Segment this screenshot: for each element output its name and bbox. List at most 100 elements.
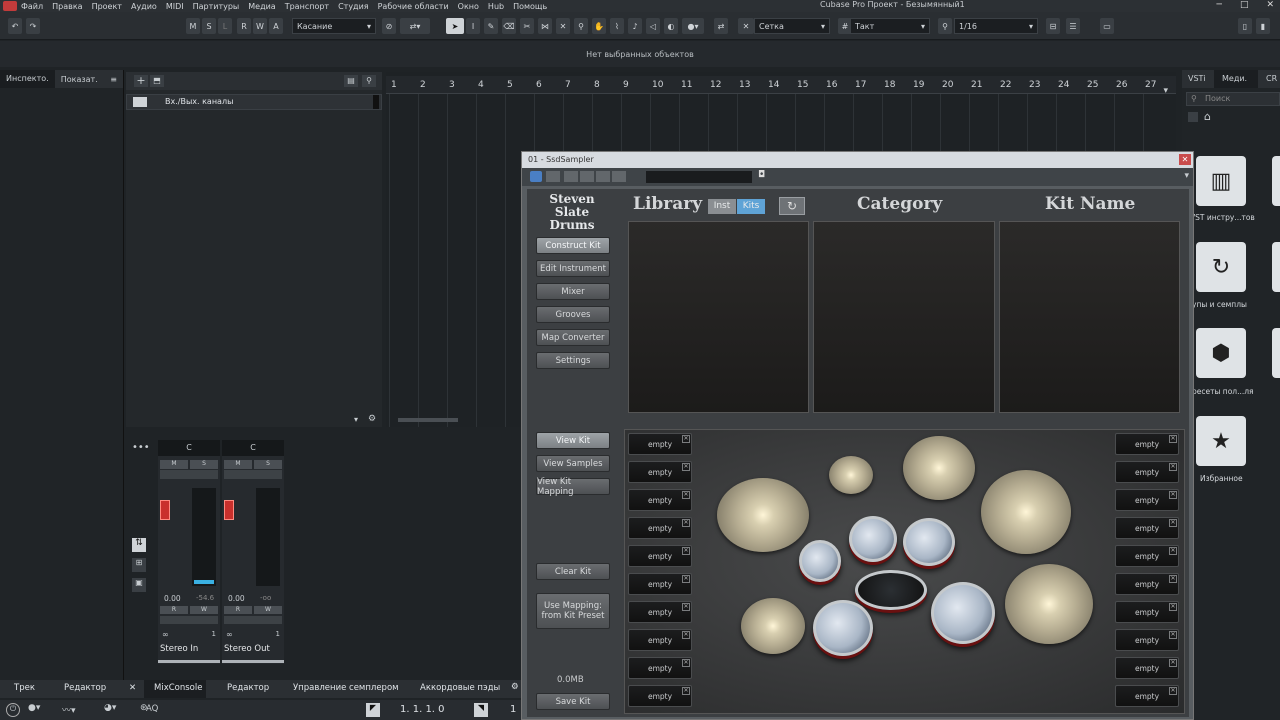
menu-audio[interactable]: Аудио (131, 2, 157, 11)
category-list[interactable] (813, 221, 995, 413)
kit-slot-left[interactable]: empty ✕ (628, 433, 692, 455)
solo-all-button[interactable]: S (202, 18, 216, 34)
read-button[interactable]: R (224, 606, 252, 614)
redo-icon[interactable]: ↷ (26, 18, 40, 34)
clear-kit-button[interactable]: Clear Kit (536, 563, 610, 580)
quantize-select[interactable]: 1/16 ▾ (954, 18, 1038, 34)
kit-slot-left[interactable]: empty ✕ (628, 685, 692, 707)
inserts-view-icon[interactable]: ⊞ (132, 558, 146, 572)
volume-fader-handle[interactable] (160, 500, 170, 520)
construct-kit-button[interactable]: Construct Kit (536, 237, 610, 254)
kit-slot-right[interactable]: empty ✕ (1115, 517, 1179, 539)
clear-slot-icon[interactable]: ✕ (682, 435, 690, 443)
home-icon[interactable]: ⌂ (1204, 110, 1211, 123)
write-icon[interactable] (564, 171, 578, 182)
tab-sampler-control[interactable]: Управление семплером (293, 683, 399, 693)
volume-fader-handle[interactable] (224, 500, 234, 520)
kit-view[interactable] (624, 429, 1185, 714)
kit-slot-right[interactable]: empty ✕ (1115, 601, 1179, 623)
menu-icon[interactable]: ≡ (104, 75, 123, 84)
range-tool-icon[interactable]: I (466, 18, 480, 34)
search-icon[interactable]: ⚲ (362, 75, 376, 87)
fader-view-icon[interactable]: ⇅ (132, 538, 146, 552)
kit-slot-right[interactable]: empty ✕ (1115, 629, 1179, 651)
menu-hub[interactable]: Hub (488, 2, 504, 11)
menu-edit[interactable]: Правка (52, 2, 82, 11)
quantize-panel-icon[interactable]: ☰ (1066, 18, 1080, 34)
timewarp-tool-icon[interactable]: ⌇ (610, 18, 624, 34)
kit-slot-left[interactable]: empty ✕ (628, 601, 692, 623)
auto-quantize-button[interactable]: AQ (146, 704, 158, 714)
second-column-tile-icon[interactable] (1272, 242, 1280, 292)
grid-type-select[interactable]: Такт ▾ (850, 18, 930, 34)
add-track-icon[interactable]: + (134, 75, 148, 87)
play-tool-icon[interactable]: ♪ (628, 18, 642, 34)
clear-slot-icon[interactable]: ✕ (1169, 575, 1177, 583)
clear-slot-icon[interactable]: ✕ (1169, 435, 1177, 443)
back-icon[interactable] (1188, 112, 1198, 122)
kit-slot-right[interactable]: empty ✕ (1115, 657, 1179, 679)
settings-button[interactable]: Settings (536, 352, 610, 369)
left-locator-position[interactable]: 1. 1. 1. 0 (400, 704, 445, 715)
tab-editor[interactable]: Редактор (64, 683, 106, 693)
write-button[interactable]: W (254, 606, 282, 614)
search-input[interactable]: ⚲ Поиск (1186, 92, 1280, 106)
menu-file[interactable]: Файл (21, 2, 43, 11)
clear-slot-icon[interactable]: ✕ (1169, 603, 1177, 611)
clear-slot-icon[interactable]: ✕ (1169, 519, 1177, 527)
use-mapping-button[interactable]: Use Mapping: from Kit Preset (536, 593, 610, 629)
tab-track[interactable]: Трек (14, 683, 35, 693)
monitor-button[interactable] (160, 470, 218, 479)
kit-slot-left[interactable]: empty ✕ (628, 489, 692, 511)
suspend-icon[interactable]: ⊘ (382, 18, 396, 34)
chevron-down-icon[interactable]: ▾ (1184, 171, 1189, 181)
sends-view-icon[interactable]: ▣ (132, 578, 146, 592)
add-track-options-icon[interactable]: ⬒ (150, 75, 164, 87)
clear-slot-icon[interactable]: ✕ (682, 603, 690, 611)
draw-tool-icon[interactable]: ✎ (484, 18, 498, 34)
layout-right-icon[interactable]: ▮ (1256, 18, 1270, 34)
view-kit-button[interactable]: View Kit (536, 432, 610, 449)
close-icon[interactable]: ✕ (1266, 0, 1274, 10)
ruler[interactable]: 1 2 3 4 5 6 7 8 9 10 11 12 13 14 15 16 17 18 19 20 21 22 23 24 2… (386, 76, 1176, 94)
paste-icon[interactable] (612, 171, 626, 182)
tab-visibility[interactable]: Показат. (55, 75, 104, 84)
channel-name[interactable]: Stereo In (160, 644, 198, 654)
snare-drum[interactable] (813, 600, 873, 656)
kits-toggle[interactable]: Kits (737, 199, 765, 214)
channel-name[interactable]: Stereo Out (224, 644, 270, 654)
clear-slot-icon[interactable]: ✕ (682, 687, 690, 695)
color-tool-icon[interactable]: ◐ (664, 18, 678, 34)
layout-left-icon[interactable]: ▯ (1238, 18, 1252, 34)
menu-workspaces[interactable]: Рабочие области (378, 2, 449, 11)
clear-slot-icon[interactable]: ✕ (682, 463, 690, 471)
tab-editor-2[interactable]: Редактор (227, 683, 269, 693)
piano-icon[interactable]: ▥ (1196, 156, 1246, 206)
star-icon[interactable]: ★ (1196, 416, 1246, 466)
kit-slot-right[interactable]: empty ✕ (1115, 433, 1179, 455)
erase-tool-icon[interactable]: ⌫ (502, 18, 516, 34)
track-list-view-icon[interactable]: ▤ (344, 75, 358, 87)
mute-button[interactable]: M (224, 460, 252, 469)
kit-slot-left[interactable]: empty ✕ (628, 629, 692, 651)
quantize-apply-icon[interactable]: ⊟ (1046, 18, 1060, 34)
metronome-icon[interactable]: ◕▾ (104, 703, 116, 713)
kit-slot-left[interactable]: empty ✕ (628, 657, 692, 679)
close-icon[interactable]: ✕ (129, 683, 136, 693)
kick-drum[interactable] (855, 570, 927, 610)
menu-project[interactable]: Проект (92, 2, 122, 11)
automation-button[interactable]: A (269, 18, 283, 34)
automation-panel-icon[interactable]: ⇄▾ (400, 18, 430, 34)
tab-mixconsole[interactable]: MixConsole (144, 680, 206, 698)
preset-field[interactable] (646, 171, 752, 183)
clear-slot-icon[interactable]: ✕ (1169, 687, 1177, 695)
edit-button[interactable] (224, 616, 282, 624)
clear-slot-icon[interactable]: ✕ (682, 519, 690, 527)
inst-toggle[interactable]: Inst (708, 199, 736, 214)
kit-slot-right[interactable]: empty ✕ (1115, 573, 1179, 595)
kit-slot-left[interactable]: empty ✕ (628, 545, 692, 567)
clear-slot-icon[interactable]: ✕ (1169, 463, 1177, 471)
solo-button[interactable]: S (254, 460, 282, 469)
kit-slot-left[interactable]: empty ✕ (628, 461, 692, 483)
save-kit-button[interactable]: Save Kit (536, 693, 610, 710)
